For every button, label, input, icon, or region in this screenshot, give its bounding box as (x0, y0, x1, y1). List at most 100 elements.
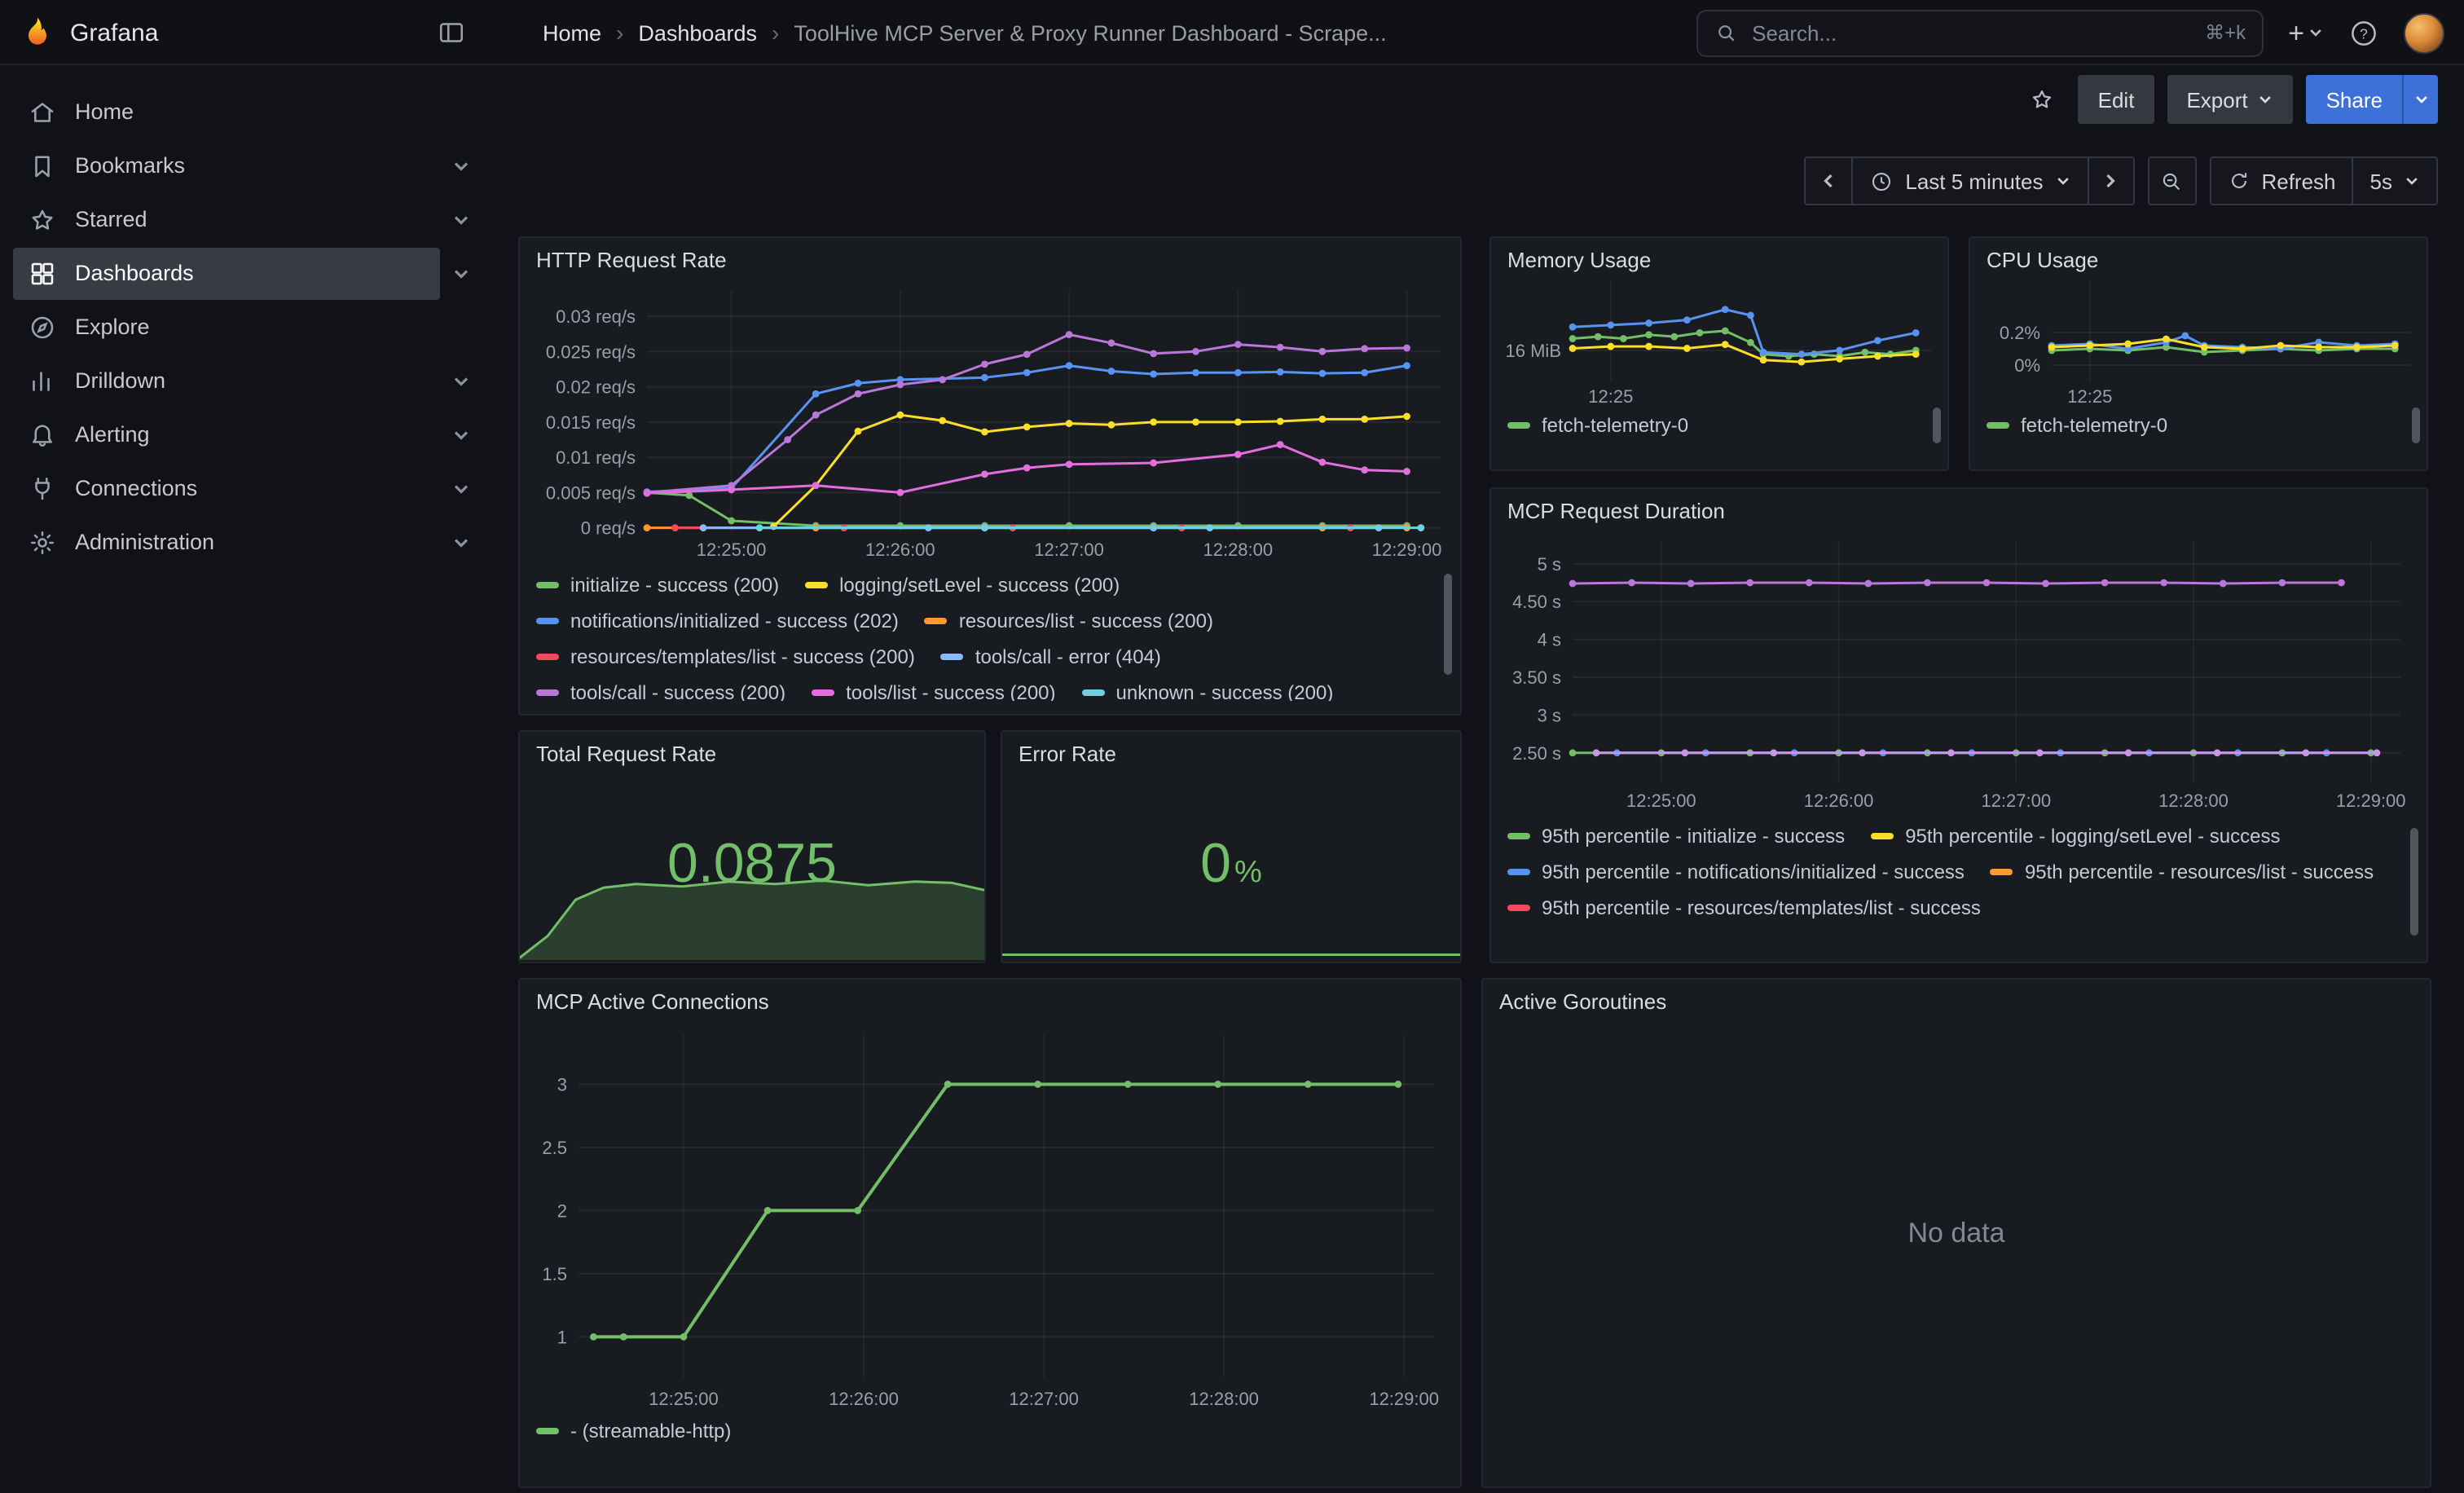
svg-text:12:25:00: 12:25:00 (649, 1389, 719, 1409)
svg-text:4 s: 4 s (1538, 630, 1561, 650)
legend-item[interactable]: - (streamable-http) (536, 1416, 731, 1446)
legend-label: 95th percentile - resources/templates/li… (1542, 896, 1981, 919)
panel-http-request-rate: HTTP Request Rate 0 req/s0.005 req/s0.01… (518, 236, 1462, 716)
legend-label: fetch-telemetry-0 (1542, 414, 1688, 437)
legend-item[interactable]: initialize - success (200) (536, 570, 779, 600)
user-avatar[interactable] (2404, 12, 2444, 53)
breadcrumb-current: ToolHive MCP Server & Proxy Runner Dashb… (794, 20, 1386, 45)
add-button[interactable]: + (2288, 19, 2324, 46)
panel-memory-usage: Memory Usage 16 MiB12:25 fetch-telemetry… (1489, 236, 1949, 471)
svg-text:12:25:00: 12:25:00 (1626, 791, 1696, 811)
legend-item[interactable]: 95th percentile - initialize - success (1507, 821, 1845, 851)
panel-title[interactable]: Total Request Rate (536, 742, 716, 766)
search-shortcut: ⌘+k (2205, 21, 2246, 44)
legend-item[interactable]: logging/setLevel - success (200) (805, 570, 1120, 600)
legend-item[interactable]: unknown - success (200) (1082, 678, 1334, 701)
sidebar-item-explore-button[interactable]: Explore (13, 301, 440, 353)
chevron-down-icon[interactable] (440, 408, 482, 460)
legend-marker-icon (1871, 833, 1894, 839)
sidebar-item-starred: Starred (0, 192, 492, 246)
svg-text:0.01 req/s: 0.01 req/s (556, 447, 636, 468)
sidebar-item-drilldown-button[interactable]: Drilldown (13, 355, 440, 407)
legend-item[interactable]: 95th percentile - resources/list - succe… (1991, 857, 2374, 887)
legend-label: 95th percentile - notifications/initiali… (1542, 861, 1965, 883)
legend-item[interactable]: tools/list - success (200) (812, 678, 1055, 701)
mcp-active-connections-chart[interactable]: 11.522.5312:25:0012:26:0012:27:0012:28:0… (530, 1025, 1447, 1410)
error-rate-sparkline (1002, 906, 1460, 962)
svg-text:1: 1 (557, 1327, 567, 1347)
legend-item[interactable]: fetch-telemetry-0 (1507, 411, 1688, 440)
search-input[interactable]: ⌘+k (1696, 9, 2264, 56)
chevron-down-icon[interactable] (440, 193, 482, 245)
svg-text:0.005 req/s: 0.005 req/s (546, 482, 636, 503)
legend-item[interactable]: 95th percentile - logging/setLevel - suc… (1871, 821, 2280, 851)
bookmark-icon (28, 151, 57, 180)
legend-item[interactable]: 95th percentile - notifications/initiali… (1507, 857, 1965, 887)
chevron-down-icon[interactable] (440, 516, 482, 568)
panel-title[interactable]: CPU Usage (1987, 248, 2098, 272)
svg-text:0.015 req/s: 0.015 req/s (546, 412, 636, 433)
legend-item[interactable]: 95th percentile - resources/templates/li… (1507, 893, 1981, 923)
top-nav: Grafana Home › Dashboards › ToolHive MCP… (0, 0, 2464, 65)
panel-title[interactable]: MCP Request Duration (1507, 499, 1725, 523)
panel-title[interactable]: HTTP Request Rate (536, 248, 727, 272)
chevron-down-icon (2308, 24, 2324, 41)
dashboard-content: Edit Export Share Last 5 minutes (492, 65, 2464, 1493)
legend-item[interactable]: tools/call - success (200) (536, 678, 785, 701)
legend-scrollbar[interactable] (1933, 407, 1941, 443)
chevron-down-icon[interactable] (440, 462, 482, 514)
sidebar-item-administration-button[interactable]: Administration (13, 516, 440, 568)
sidebar-item-bookmarks-button[interactable]: Bookmarks (13, 139, 440, 192)
legend-marker-icon (1987, 422, 2009, 429)
mcp-active-connections-legend: - (streamable-http) (536, 1416, 1437, 1456)
legend-scrollbar[interactable] (1444, 574, 1452, 675)
brand-name: Grafana (70, 19, 158, 46)
sidebar-item-home-button[interactable]: Home (13, 86, 440, 138)
topnav-right: ⌘+k + ? (1696, 0, 2444, 65)
sidebar-item-starred-button[interactable]: Starred (13, 193, 440, 245)
drilldown-bars-icon (28, 366, 57, 395)
help-button[interactable]: ? (2348, 17, 2379, 48)
svg-text:12:25:00: 12:25:00 (697, 540, 767, 560)
legend-label: 95th percentile - logging/setLevel - suc… (1905, 825, 2280, 848)
svg-text:4.50 s: 4.50 s (1512, 592, 1561, 612)
legend-scrollbar[interactable] (2410, 828, 2418, 936)
brand[interactable]: Grafana (20, 0, 158, 65)
panel-title[interactable]: Error Rate (1019, 742, 1116, 766)
legend-marker-icon (536, 654, 559, 660)
memory-usage-legend: fetch-telemetry-0 (1507, 411, 1921, 453)
sidebar-item-explore: Explore (0, 300, 492, 354)
breadcrumb-dashboards[interactable]: Dashboards (638, 20, 757, 45)
legend-item[interactable]: tools/call - error (404) (941, 642, 1161, 672)
svg-text:2.50 s: 2.50 s (1512, 743, 1561, 764)
sidebar-item-connections: Connections (0, 461, 492, 515)
panel-title[interactable]: MCP Active Connections (536, 989, 769, 1014)
http-request-rate-chart[interactable]: 0 req/s0.005 req/s0.01 req/s0.015 req/s0… (530, 280, 1450, 561)
breadcrumb-home[interactable]: Home (543, 20, 601, 45)
svg-text:12:26:00: 12:26:00 (829, 1389, 899, 1409)
legend-item[interactable]: fetch-telemetry-0 (1987, 411, 2167, 440)
dashboard-grid: HTTP Request Rate 0 req/s0.005 req/s0.01… (492, 65, 2464, 1493)
legend-marker-icon (1507, 869, 1530, 875)
chevron-down-icon[interactable] (440, 247, 482, 299)
cpu-usage-chart[interactable]: 0.2%0%12:25 (1977, 274, 2417, 407)
legend-marker-icon (805, 582, 828, 588)
sidebar-item-connections-button[interactable]: Connections (13, 462, 440, 514)
svg-text:5 s: 5 s (1538, 554, 1561, 575)
dock-sidebar-icon[interactable] (430, 13, 473, 52)
legend-scrollbar[interactable] (2412, 407, 2420, 443)
panel-title[interactable]: Memory Usage (1507, 248, 1651, 272)
legend-item[interactable]: resources/list - success (200) (925, 606, 1213, 636)
legend-item[interactable]: resources/templates/list - success (200) (536, 642, 915, 672)
memory-usage-chart[interactable]: 16 MiB12:25 (1498, 274, 1938, 407)
svg-text:0%: 0% (2014, 355, 2040, 376)
legend-item[interactable]: notifications/initialized - success (202… (536, 606, 899, 636)
chevron-down-icon[interactable] (440, 139, 482, 192)
sidebar-item-alerting-button[interactable]: Alerting (13, 408, 440, 460)
chevron-down-icon[interactable] (440, 355, 482, 407)
legend-marker-icon (1507, 833, 1530, 839)
search-field[interactable] (1752, 20, 2192, 45)
svg-text:?: ? (2360, 24, 2368, 41)
mcp-request-duration-chart[interactable]: 2.50 s3 s3.50 s4 s4.50 s5 s12:25:0012:26… (1501, 531, 2413, 812)
sidebar-item-dashboards-button[interactable]: Dashboards (13, 247, 440, 299)
